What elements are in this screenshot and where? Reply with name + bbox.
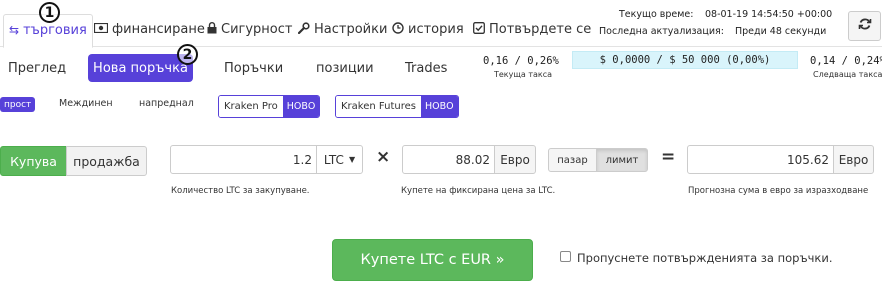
- subnav-trades[interactable]: Trades: [405, 61, 447, 76]
- caret-down-icon: ▼: [348, 155, 356, 164]
- refresh-icon: [858, 17, 872, 35]
- new-badge: НОВО: [282, 96, 320, 117]
- tab-label: история: [408, 22, 464, 37]
- subnav-overview[interactable]: Преглед: [8, 61, 66, 76]
- kraken-pro-link[interactable]: Kraken Pro НОВО: [218, 95, 321, 118]
- subnav-positions[interactable]: позиции: [316, 61, 374, 76]
- current-fee-value: 0,16 / 0,26%: [483, 55, 559, 67]
- wrench-icon: [297, 22, 310, 37]
- next-fee-label: Следваща такса: [813, 70, 882, 79]
- subnav-orders[interactable]: Поръчки: [224, 61, 283, 76]
- current-time-label: Текущо време:: [619, 9, 694, 20]
- price-currency-addon: Евро: [494, 145, 536, 174]
- kraken-futures-link[interactable]: Kraken Futures НОВО: [335, 95, 459, 118]
- quantity-help-text: Количество LTC за закупуване.: [171, 186, 310, 196]
- total-help-text: Прогнозна сума в евро за изразходване: [688, 186, 869, 196]
- current-time-value: 08-01-19 14:54:50 +00:00: [705, 9, 833, 20]
- price-input[interactable]: 88.02: [402, 145, 495, 174]
- tab-label: Настройки: [314, 22, 388, 37]
- refresh-button[interactable]: [848, 11, 881, 41]
- tab-label: финансиране: [112, 22, 205, 37]
- limit-order-toggle[interactable]: лимит: [596, 148, 648, 172]
- skip-confirmation-label[interactable]: Пропуснете потвържденията за поръчки.: [577, 251, 832, 265]
- last-update-label: Последна актуализация:: [599, 26, 724, 37]
- multiply-sign: ×: [376, 147, 391, 167]
- kraken-futures-label: Kraken Futures: [336, 96, 421, 117]
- fee-volume-bar: $ 0,0000 / $ 50 000 (0,00%): [572, 51, 798, 69]
- last-update-value: Преди 48 секунди: [735, 26, 827, 37]
- tab-label: Потвърдете се: [489, 22, 592, 37]
- tab-verify[interactable]: Потвърдете се: [473, 14, 591, 47]
- submit-order-button[interactable]: Купете LTC с EUR »: [332, 239, 533, 281]
- transfer-icon: ⇆: [9, 23, 20, 37]
- current-fee-label: Текуща такса: [494, 70, 553, 79]
- tab-settings[interactable]: Настройки: [297, 14, 388, 47]
- clock-icon: [392, 22, 404, 37]
- level-intermediate[interactable]: Междинен: [59, 98, 113, 109]
- check-square-icon: [473, 22, 485, 37]
- callout-marker-2: 2: [177, 44, 198, 65]
- tab-history[interactable]: история: [392, 14, 464, 47]
- next-fee-value: 0,14 / 0,24%: [810, 55, 882, 67]
- tab-label: търговия: [23, 23, 87, 38]
- new-badge: НОВО: [420, 96, 458, 117]
- equals-sign: =: [661, 147, 676, 167]
- kraken-pro-label: Kraken Pro: [219, 96, 283, 117]
- skip-confirmation-checkbox[interactable]: [560, 251, 571, 262]
- buy-button[interactable]: Купува: [0, 146, 67, 176]
- level-advanced[interactable]: напреднал: [139, 98, 194, 109]
- lock-icon: [207, 22, 217, 37]
- callout-marker-1: 1: [39, 2, 60, 23]
- sell-button[interactable]: продажба: [66, 146, 147, 176]
- tab-funding[interactable]: финансиране: [93, 14, 205, 47]
- tab-label: Сигурност: [221, 22, 293, 37]
- money-icon: [93, 22, 109, 36]
- tab-security[interactable]: Сигурност: [207, 14, 292, 47]
- price-help-text: Купете на фиксирана цена за LTC.: [401, 186, 556, 196]
- top-navigation: ⇆ търговия финансиране Сигурност Настрой…: [0, 0, 882, 48]
- market-order-toggle[interactable]: пазар: [548, 148, 597, 172]
- total-currency-addon: Евро: [833, 145, 874, 174]
- currency-select[interactable]: LTC ▼: [316, 145, 363, 174]
- level-simple[interactable]: прост: [0, 97, 36, 112]
- currency-select-value: LTC: [323, 152, 344, 167]
- total-input[interactable]: 105.62: [687, 145, 834, 174]
- quantity-input[interactable]: 1.2: [170, 145, 317, 174]
